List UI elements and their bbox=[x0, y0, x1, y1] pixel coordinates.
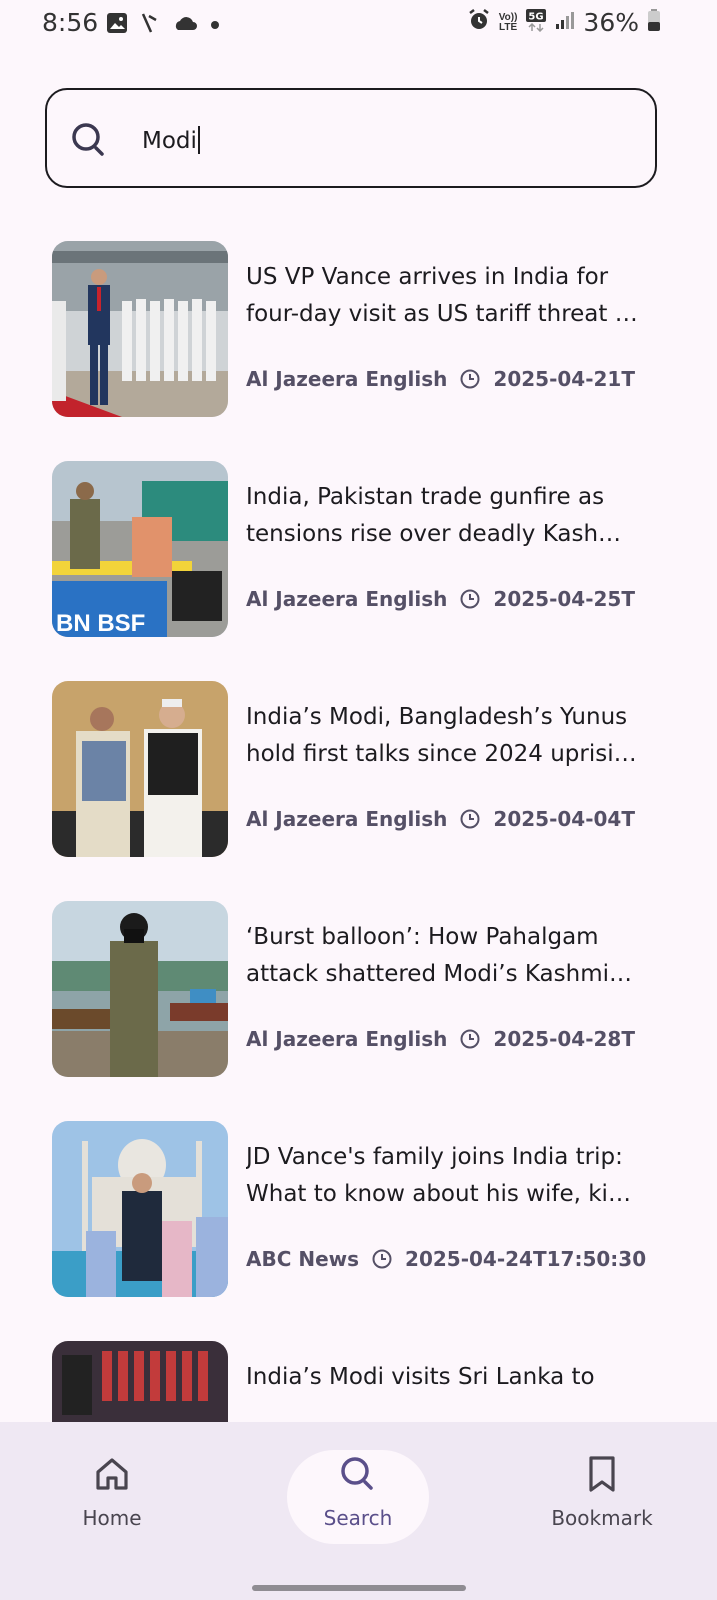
alarm-icon bbox=[467, 8, 491, 37]
list-item[interactable]: India’s Modi visits Sri Lanka to bbox=[52, 1325, 692, 1422]
article-title[interactable]: US VP Vance arrives in India for four-da… bbox=[246, 259, 646, 333]
bottom-navigation: Home Search Bookmark bbox=[0, 1422, 717, 1600]
dot-icon bbox=[210, 17, 220, 35]
article-source: ABC News bbox=[246, 1247, 360, 1271]
status-bar: 8:56 Vo)) LTE 5G 36% bbox=[0, 0, 717, 48]
article-thumbnail bbox=[52, 1121, 228, 1297]
results-list: US VP Vance arrives in India for four-da… bbox=[0, 225, 717, 1422]
list-item[interactable]: BN BSF India, Pakistan trade gunfire as … bbox=[52, 445, 692, 637]
article-source: Al Jazeera English bbox=[246, 367, 448, 391]
nav-search[interactable]: Search bbox=[268, 1422, 448, 1552]
article-meta: Al Jazeera English 2025-04-21T bbox=[246, 367, 635, 391]
article-title[interactable]: JD Vance's family joins India trip: What… bbox=[246, 1139, 646, 1213]
article-source: Al Jazeera English bbox=[246, 807, 448, 831]
clock-icon bbox=[459, 1028, 481, 1050]
article-date: 2025-04-24T17:50:30 bbox=[405, 1247, 647, 1271]
network-5g-icon: 5G bbox=[525, 8, 547, 37]
clock-icon bbox=[459, 808, 481, 830]
nav-search-label: Search bbox=[323, 1506, 393, 1530]
article-source: Al Jazeera English bbox=[246, 1027, 448, 1051]
list-item[interactable]: JD Vance's family joins India trip: What… bbox=[52, 1105, 692, 1297]
signal-bars-icon bbox=[555, 10, 575, 35]
clock-icon bbox=[371, 1248, 393, 1270]
home-icon bbox=[92, 1454, 132, 1499]
cloud-icon bbox=[172, 14, 198, 37]
list-item[interactable]: US VP Vance arrives in India for four-da… bbox=[52, 225, 692, 417]
nav-bookmark-label: Bookmark bbox=[551, 1506, 653, 1530]
article-thumbnail bbox=[52, 681, 228, 857]
clock-icon bbox=[459, 588, 481, 610]
article-title[interactable]: India’s Modi, Bangladesh’s Yunus hold fi… bbox=[246, 699, 646, 773]
article-meta: Al Jazeera English 2025-04-04T bbox=[246, 807, 635, 831]
search-bar[interactable]: Modi bbox=[45, 88, 657, 188]
volte-indicator: Vo)) LTE bbox=[498, 11, 518, 33]
article-thumbnail bbox=[52, 901, 228, 1077]
article-date: 2025-04-21T bbox=[493, 367, 635, 391]
battery-percent: 36% bbox=[583, 8, 639, 37]
status-time: 8:56 bbox=[42, 8, 99, 37]
nav-home[interactable]: Home bbox=[22, 1422, 202, 1552]
battery-icon bbox=[647, 8, 661, 37]
search-query: Modi bbox=[142, 128, 197, 154]
svg-text:5G: 5G bbox=[529, 12, 544, 23]
gesture-home-bar[interactable] bbox=[252, 1585, 466, 1591]
list-item[interactable]: ‘Burst balloon’: How Pahalgam attack sha… bbox=[52, 885, 692, 1077]
list-item[interactable]: India’s Modi, Bangladesh’s Yunus hold fi… bbox=[52, 665, 692, 857]
article-thumbnail: BN BSF bbox=[52, 461, 228, 637]
signal-arrow-icon bbox=[140, 12, 160, 39]
article-title[interactable]: India’s Modi visits Sri Lanka to bbox=[246, 1359, 646, 1396]
article-date: 2025-04-25T bbox=[493, 587, 635, 611]
article-thumbnail bbox=[52, 241, 228, 417]
article-date: 2025-04-28T bbox=[493, 1027, 635, 1051]
text-caret bbox=[197, 126, 200, 154]
nav-home-label: Home bbox=[82, 1506, 142, 1530]
search-input[interactable]: Modi bbox=[142, 126, 200, 154]
clock-icon bbox=[459, 368, 481, 390]
article-meta: Al Jazeera English 2025-04-28T bbox=[246, 1027, 635, 1051]
bookmark-icon bbox=[584, 1454, 620, 1499]
nav-bookmark[interactable]: Bookmark bbox=[512, 1422, 692, 1552]
search-icon[interactable] bbox=[71, 122, 109, 165]
search-icon bbox=[338, 1454, 378, 1499]
article-meta: ABC News 2025-04-24T17:50:30 bbox=[246, 1247, 646, 1271]
gallery-icon bbox=[106, 12, 128, 39]
article-thumbnail bbox=[52, 1341, 228, 1422]
article-meta: Al Jazeera English 2025-04-25T bbox=[246, 587, 635, 611]
article-date: 2025-04-04T bbox=[493, 807, 635, 831]
article-title[interactable]: India, Pakistan trade gunfire as tension… bbox=[246, 479, 646, 553]
article-source: Al Jazeera English bbox=[246, 587, 448, 611]
article-title[interactable]: ‘Burst balloon’: How Pahalgam attack sha… bbox=[246, 919, 646, 993]
svg-text:BN BSF: BN BSF bbox=[56, 610, 145, 637]
